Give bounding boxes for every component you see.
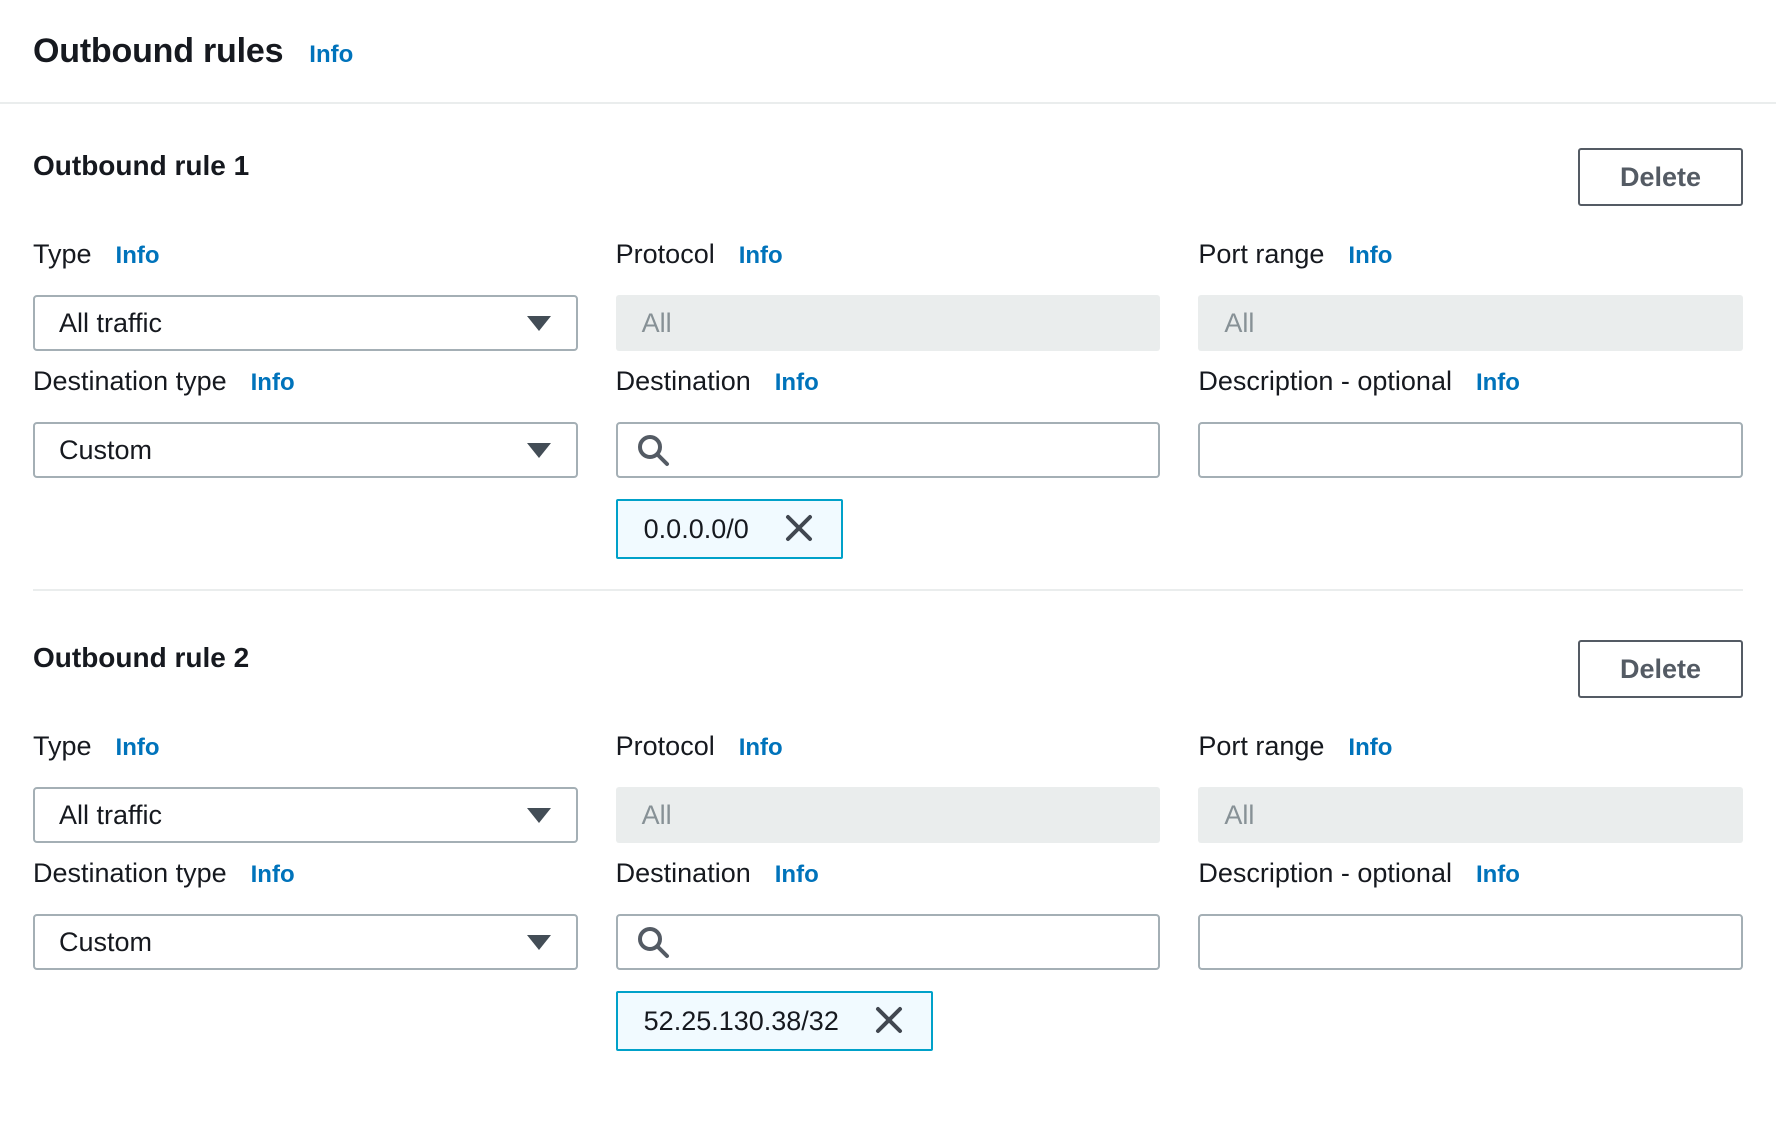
rule-1-protocol-field: Protocol Info All [616, 240, 1161, 351]
rule-1-destination-search-input[interactable] [684, 424, 1141, 476]
rule-1-description-input[interactable] [1224, 424, 1717, 476]
rule-2-type-field: Type Info All traffic [33, 732, 578, 843]
type-select-value: All traffic [59, 800, 162, 831]
description-label: Description - optional [1198, 367, 1452, 395]
chevron-down-icon [526, 807, 552, 824]
rule-2-chip-remove-button[interactable] [873, 1004, 905, 1039]
type-info-link[interactable]: Info [116, 242, 160, 270]
rule-1-description-box [1198, 422, 1743, 478]
destination-type-info-link[interactable]: Info [251, 369, 295, 397]
rule-2-description-field: Description - optional Info [1198, 859, 1743, 1051]
rule-2-protocol-field: Protocol Info All [616, 732, 1161, 843]
rule-1-description-field: Description - optional Info [1198, 367, 1743, 559]
port-range-info-link[interactable]: Info [1348, 734, 1392, 762]
rule-2-destination-search-input[interactable] [684, 916, 1141, 968]
rule-1-port-range-value-disabled: All [1198, 295, 1743, 351]
rule-2-destination-search-box [616, 914, 1161, 970]
protocol-info-link[interactable]: Info [739, 734, 783, 762]
type-select-value: All traffic [59, 308, 162, 339]
destination-type-select-value: Custom [59, 927, 152, 958]
chevron-down-icon [526, 934, 552, 951]
destination-info-link[interactable]: Info [775, 861, 819, 889]
rule-2-destination-type-field: Destination type Info Custom [33, 859, 578, 1051]
rule-1-destination-search-box [616, 422, 1161, 478]
rule-1-header: Outbound rule 1 Delete [33, 148, 1743, 206]
rule-1-destination-field: Destination Info 0.0.0.0/0 [616, 367, 1161, 559]
outbound-rule-2-section: Outbound rule 2 Delete Type Info All tra… [0, 640, 1776, 1051]
rule-2-port-range-value-disabled: All [1198, 787, 1743, 843]
rule-1-chip-remove-button[interactable] [783, 512, 815, 547]
port-range-info-link[interactable]: Info [1348, 242, 1392, 270]
rule-2-destination-field: Destination Info 52.25.130.38/32 [616, 859, 1161, 1051]
rule-2-protocol-value-disabled: All [616, 787, 1161, 843]
rule-1-heading: Outbound rule 1 [33, 148, 249, 184]
rule-1-type-field: Type Info All traffic [33, 240, 578, 351]
destination-type-label: Destination type [33, 367, 227, 395]
rule-2-heading: Outbound rule 2 [33, 640, 249, 676]
destination-type-select-value: Custom [59, 435, 152, 466]
destination-info-link[interactable]: Info [775, 369, 819, 397]
chevron-down-icon [526, 442, 552, 459]
port-range-label: Port range [1198, 240, 1324, 268]
close-icon [873, 1004, 905, 1039]
rule-2-description-box [1198, 914, 1743, 970]
port-range-label: Port range [1198, 732, 1324, 760]
protocol-label: Protocol [616, 240, 715, 268]
rule-1-destination-type-field: Destination type Info Custom [33, 367, 578, 559]
rule-2-destination-type-select[interactable]: Custom [33, 914, 578, 970]
protocol-label: Protocol [616, 732, 715, 760]
rule-1-destination-type-select[interactable]: Custom [33, 422, 578, 478]
search-icon [636, 925, 670, 959]
destination-label: Destination [616, 367, 751, 395]
chevron-down-icon [526, 315, 552, 332]
destination-type-label: Destination type [33, 859, 227, 887]
description-info-link[interactable]: Info [1476, 369, 1520, 397]
description-info-link[interactable]: Info [1476, 861, 1520, 889]
search-icon [636, 433, 670, 467]
rule-2-type-select[interactable]: All traffic [33, 787, 578, 843]
rule-1-port-range-field: Port range Info All [1198, 240, 1743, 351]
section-divider [33, 589, 1743, 591]
chip-value: 0.0.0.0/0 [644, 514, 749, 545]
destination-label: Destination [616, 859, 751, 887]
type-info-link[interactable]: Info [116, 734, 160, 762]
rule-1-type-select[interactable]: All traffic [33, 295, 578, 351]
chip-value: 52.25.130.38/32 [644, 1006, 839, 1037]
description-label: Description - optional [1198, 859, 1452, 887]
rule-2-header: Outbound rule 2 Delete [33, 640, 1743, 698]
type-label: Type [33, 240, 92, 268]
rule-1-protocol-value-disabled: All [616, 295, 1161, 351]
destination-type-info-link[interactable]: Info [251, 861, 295, 889]
close-icon [783, 512, 815, 547]
type-label: Type [33, 732, 92, 760]
rule-2-destination-chip: 52.25.130.38/32 [616, 991, 933, 1051]
rule-2-description-input[interactable] [1224, 916, 1717, 968]
protocol-info-link[interactable]: Info [739, 242, 783, 270]
rule-2-delete-button[interactable]: Delete [1578, 640, 1743, 698]
header-info-link[interactable]: Info [309, 41, 353, 69]
outbound-rules-header: Outbound rules Info [0, 0, 1776, 104]
outbound-rule-1-section: Outbound rule 1 Delete Type Info All tra… [0, 148, 1776, 559]
rule-1-destination-chip: 0.0.0.0/0 [616, 499, 843, 559]
rule-1-delete-button[interactable]: Delete [1578, 148, 1743, 206]
page-title: Outbound rules [33, 30, 283, 72]
rule-2-port-range-field: Port range Info All [1198, 732, 1743, 843]
